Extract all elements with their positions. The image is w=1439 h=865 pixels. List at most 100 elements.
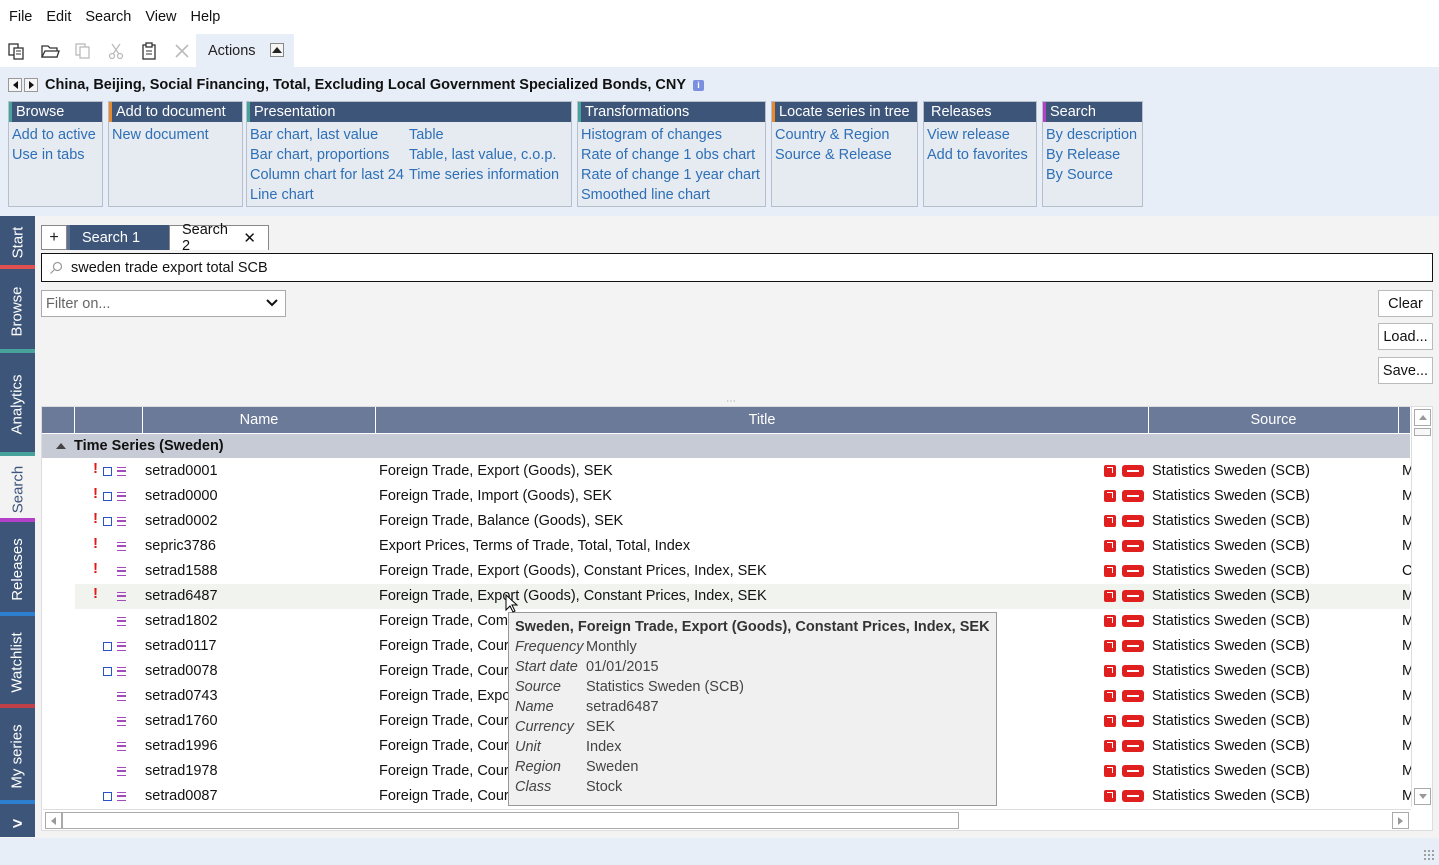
actions-tab[interactable]: Actions bbox=[196, 34, 294, 67]
external-link-icon[interactable] bbox=[1104, 640, 1116, 652]
chart-link-icon[interactable] bbox=[1122, 640, 1144, 652]
header-source[interactable]: Source bbox=[1149, 407, 1399, 433]
external-link-icon[interactable] bbox=[1104, 615, 1116, 627]
scroll-thumb[interactable] bbox=[62, 812, 959, 829]
action-link[interactable]: Table, last value, c.o.p. bbox=[409, 145, 559, 165]
chart-link-icon[interactable] bbox=[1122, 665, 1144, 677]
filter-dropdown[interactable]: Filter on... bbox=[41, 290, 286, 317]
external-link-icon[interactable] bbox=[1104, 715, 1116, 727]
chart-link-icon[interactable] bbox=[1122, 690, 1144, 702]
header-selector[interactable] bbox=[42, 407, 75, 433]
group-row[interactable]: Time Series (Sweden) bbox=[42, 434, 1410, 458]
side-tab-browse[interactable]: Browse bbox=[0, 269, 35, 353]
copy-icon[interactable] bbox=[66, 36, 99, 66]
side-tab-watchlist[interactable]: Watchlist bbox=[0, 616, 35, 708]
external-link-icon[interactable] bbox=[1104, 590, 1116, 602]
scroll-thumb[interactable] bbox=[1414, 428, 1431, 436]
action-link[interactable]: Source & Release bbox=[775, 145, 892, 165]
menu-search[interactable]: Search bbox=[78, 9, 138, 25]
external-link-icon[interactable] bbox=[1104, 515, 1116, 527]
action-link[interactable]: Column chart for last 24 bbox=[250, 165, 404, 185]
table-row[interactable]: setrad1588 Foreign Trade, Export (Goods),… bbox=[42, 559, 1412, 584]
menu-file[interactable]: File bbox=[2, 9, 39, 25]
side-tab-search[interactable]: Search bbox=[0, 456, 35, 522]
next-arrow-icon[interactable] bbox=[24, 78, 38, 92]
action-link[interactable]: Country & Region bbox=[775, 125, 892, 145]
action-link[interactable]: Use in tabs bbox=[12, 145, 96, 165]
action-link[interactable]: Add to active bbox=[12, 125, 96, 145]
external-link-icon[interactable] bbox=[1104, 465, 1116, 477]
scroll-left-icon[interactable] bbox=[45, 812, 62, 829]
info-icon[interactable]: i bbox=[693, 79, 705, 91]
external-link-icon[interactable] bbox=[1104, 565, 1116, 577]
side-tab-start[interactable]: Start bbox=[0, 216, 35, 269]
save-button[interactable]: Save... bbox=[1378, 357, 1433, 384]
menu-view[interactable]: View bbox=[138, 9, 183, 25]
table-row[interactable]: setrad0002 Foreign Trade, Balance (Goods)… bbox=[42, 509, 1414, 534]
header-flags[interactable] bbox=[75, 407, 143, 433]
action-link[interactable]: New document bbox=[112, 125, 209, 145]
action-link[interactable]: By description bbox=[1046, 125, 1137, 145]
horizontal-scrollbar[interactable] bbox=[43, 809, 1411, 830]
external-link-icon[interactable] bbox=[1104, 490, 1116, 502]
table-row[interactable]: setrad0001 Foreign Trade, Export (Goods),… bbox=[42, 459, 1414, 484]
external-link-icon[interactable] bbox=[1104, 540, 1116, 552]
menu-help[interactable]: Help bbox=[184, 9, 228, 25]
chart-link-icon[interactable] bbox=[1122, 790, 1144, 802]
chart-link-icon[interactable] bbox=[1122, 540, 1144, 552]
delete-icon[interactable] bbox=[165, 36, 198, 66]
menu-edit[interactable]: Edit bbox=[39, 9, 78, 25]
action-link[interactable]: Histogram of changes bbox=[581, 125, 760, 145]
search-input[interactable] bbox=[71, 259, 1271, 276]
action-link[interactable]: By Source bbox=[1046, 165, 1137, 185]
external-link-icon[interactable] bbox=[1104, 740, 1116, 752]
collapse-up-icon[interactable] bbox=[270, 43, 284, 57]
vertical-scrollbar[interactable] bbox=[1411, 407, 1432, 807]
external-link-icon[interactable] bbox=[1104, 690, 1116, 702]
action-link[interactable]: Bar chart, proportions bbox=[250, 145, 404, 165]
action-link[interactable]: By Release bbox=[1046, 145, 1137, 165]
tab-search-2[interactable]: Search 2 ✕ bbox=[169, 222, 269, 254]
chart-link-icon[interactable] bbox=[1122, 615, 1144, 627]
external-link-icon[interactable] bbox=[1104, 765, 1116, 777]
more-chevron-icon[interactable]: > bbox=[0, 810, 35, 837]
table-row[interactable]: sepric3786 Export Prices, Terms of Trade,… bbox=[42, 534, 1414, 559]
chart-link-icon[interactable] bbox=[1122, 740, 1144, 752]
open-folder-icon[interactable] bbox=[33, 36, 66, 66]
chart-link-icon[interactable] bbox=[1122, 565, 1144, 577]
chart-link-icon[interactable] bbox=[1122, 515, 1144, 527]
side-tab-my-series[interactable]: My series bbox=[0, 708, 35, 804]
scroll-down-icon[interactable] bbox=[1414, 788, 1431, 805]
external-link-icon[interactable] bbox=[1104, 790, 1116, 802]
close-tab-icon[interactable]: ✕ bbox=[243, 229, 256, 247]
scroll-up-icon[interactable] bbox=[1414, 409, 1431, 426]
table-row[interactable]: setrad6487 Foreign Trade, Export (Goods),… bbox=[75, 584, 1414, 609]
action-link[interactable]: Table bbox=[409, 125, 559, 145]
action-link[interactable]: Rate of change 1 obs chart bbox=[581, 145, 760, 165]
chart-link-icon[interactable] bbox=[1122, 590, 1144, 602]
side-tab-releases[interactable]: Releases bbox=[0, 522, 35, 616]
side-tab-analytics[interactable]: Analytics bbox=[0, 353, 35, 456]
scroll-right-icon[interactable] bbox=[1392, 812, 1409, 829]
action-link[interactable]: Add to favorites bbox=[927, 145, 1028, 165]
collapse-caret-icon[interactable] bbox=[56, 443, 66, 449]
new-copy-icon[interactable] bbox=[0, 36, 33, 66]
cut-icon[interactable] bbox=[99, 36, 132, 66]
chart-link-icon[interactable] bbox=[1122, 765, 1144, 777]
header-title[interactable]: Title bbox=[376, 407, 1149, 433]
action-link[interactable]: Bar chart, last value bbox=[250, 125, 404, 145]
action-link[interactable]: Smoothed line chart bbox=[581, 185, 760, 205]
tab-search-1[interactable]: Search 1 bbox=[67, 225, 169, 250]
load-button[interactable]: Load... bbox=[1378, 323, 1433, 350]
action-link[interactable]: Line chart bbox=[250, 185, 404, 205]
resize-grip-icon[interactable] bbox=[1423, 849, 1435, 861]
clear-button[interactable]: Clear bbox=[1378, 290, 1433, 317]
chart-link-icon[interactable] bbox=[1122, 465, 1144, 477]
chart-link-icon[interactable] bbox=[1122, 490, 1144, 502]
action-link[interactable]: Rate of change 1 year chart bbox=[581, 165, 760, 185]
previous-arrow-icon[interactable] bbox=[8, 78, 22, 92]
header-name[interactable]: Name bbox=[143, 407, 376, 433]
action-link[interactable]: View release bbox=[927, 125, 1028, 145]
chart-link-icon[interactable] bbox=[1122, 715, 1144, 727]
paste-icon[interactable] bbox=[132, 36, 165, 66]
